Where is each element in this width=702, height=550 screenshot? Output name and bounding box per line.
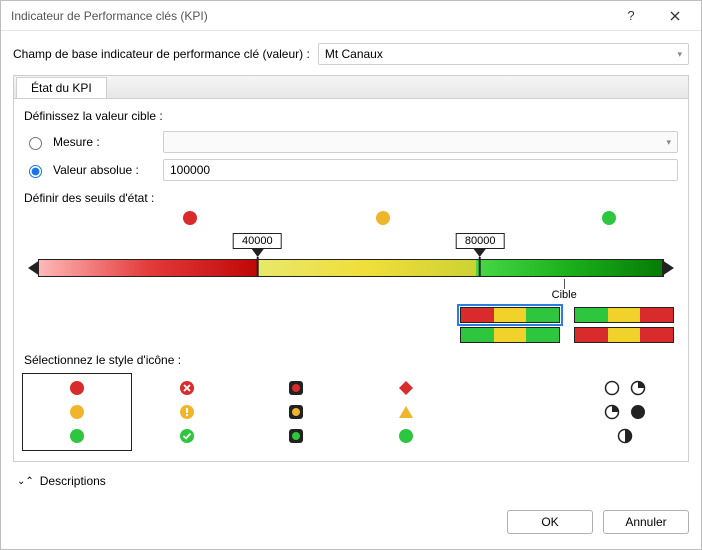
absolute-input[interactable] <box>163 159 678 181</box>
thresholds-label: Définir des seuils d'état : <box>24 191 678 205</box>
base-field-combo[interactable]: Mt Canaux ▾ <box>318 43 689 65</box>
threshold-seg-red <box>39 260 257 276</box>
preset-gyr[interactable] <box>574 307 674 323</box>
traffic-yellow-icon <box>288 404 304 420</box>
base-field-row: Champ de base indicateur de performance … <box>13 43 689 65</box>
close-button[interactable] <box>653 2 697 30</box>
descriptions-label: Descriptions <box>40 474 106 488</box>
diamond-red-icon <box>398 380 414 396</box>
ok-button[interactable]: OK <box>507 510 593 534</box>
kpi-dialog: Indicateur de Performance clés (KPI) ? C… <box>0 0 702 550</box>
descriptions-toggle[interactable]: ⌄⌃ Descriptions <box>13 470 689 496</box>
threshold-marker-1[interactable]: 40000 <box>233 233 282 277</box>
absolute-label: Valeur absolue : <box>53 163 155 177</box>
define-target-label: Définissez la valeur cible : <box>24 109 678 123</box>
base-field-value: Mt Canaux <box>325 47 383 61</box>
circle-red-icon <box>69 380 85 396</box>
iconstyle-label: Sélectionnez le style d'icône : <box>24 353 678 367</box>
cross-circle-icon <box>179 380 195 396</box>
icon-style-grid <box>22 373 680 451</box>
preset-ryr[interactable] <box>574 327 674 343</box>
pie-quarter2-icon <box>604 404 620 420</box>
threshold-marker-2[interactable]: 80000 <box>456 233 505 277</box>
preset-gyg[interactable] <box>460 327 560 343</box>
icon-style-spacer <box>461 373 571 451</box>
traffic-red-icon <box>288 380 304 396</box>
pie-half-icon <box>617 428 633 444</box>
icon-style-traffic[interactable] <box>241 373 351 451</box>
chevron-down-icon: ▾ <box>666 137 671 148</box>
help-button[interactable]: ? <box>609 2 653 30</box>
circle-green-icon <box>398 428 414 444</box>
status-dot-green <box>602 211 616 225</box>
icon-style-shapes[interactable] <box>351 373 461 451</box>
absolute-option-row: Valeur absolue : <box>24 159 678 181</box>
measure-option-row: Mesure : ▾ <box>24 131 678 153</box>
color-order-presets <box>28 307 674 343</box>
threshold-seg-yellow <box>257 260 475 276</box>
window-title: Indicateur de Performance clés (KPI) <box>11 9 609 23</box>
measure-combo[interactable]: ▾ <box>163 131 678 153</box>
icon-style-symbols[interactable] <box>132 373 242 451</box>
kpi-panel: Définissez la valeur cible : Mesure : ▾ … <box>13 99 689 462</box>
status-dot-red <box>183 211 197 225</box>
pie-quarter-icon <box>630 380 646 396</box>
content: Champ de base indicateur de performance … <box>1 31 701 504</box>
close-icon <box>670 11 680 21</box>
circle-green-icon <box>69 428 85 444</box>
threshold-bar[interactable] <box>38 259 664 277</box>
tab-kpi-status[interactable]: État du KPI <box>16 77 107 98</box>
titlebar: Indicateur de Performance clés (KPI) ? <box>1 1 701 31</box>
status-dot-yellow <box>376 211 390 225</box>
check-circle-icon <box>179 428 195 444</box>
threshold-value-1[interactable]: 40000 <box>233 233 282 249</box>
measure-radio[interactable] <box>29 137 42 150</box>
target-label: Cible <box>552 289 577 301</box>
traffic-green-icon <box>288 428 304 444</box>
circle-yellow-icon <box>69 404 85 420</box>
triangle-yellow-icon <box>398 404 414 420</box>
dialog-footer: OK Annuler <box>1 504 701 544</box>
measure-label: Mesure : <box>53 135 155 149</box>
cancel-button[interactable]: Annuler <box>603 510 689 534</box>
tabbar: État du KPI <box>13 75 689 99</box>
threshold-editor: 40000 80000 Cible <box>28 211 674 301</box>
target-tick <box>564 279 565 289</box>
icon-style-pie[interactable] <box>570 373 680 451</box>
pie-full-icon <box>630 404 646 420</box>
pie-empty-icon <box>604 380 620 396</box>
chevron-down-icon: ▾ <box>677 49 682 60</box>
threshold-value-2[interactable]: 80000 <box>456 233 505 249</box>
range-arrow-right <box>662 260 674 276</box>
expand-icon: ⌄⌃ <box>17 476 34 487</box>
exclaim-circle-icon <box>179 404 195 420</box>
base-field-label: Champ de base indicateur de performance … <box>13 47 310 61</box>
icon-style-circles[interactable] <box>22 373 132 451</box>
absolute-radio[interactable] <box>29 165 42 178</box>
preset-ryg[interactable] <box>460 307 560 323</box>
